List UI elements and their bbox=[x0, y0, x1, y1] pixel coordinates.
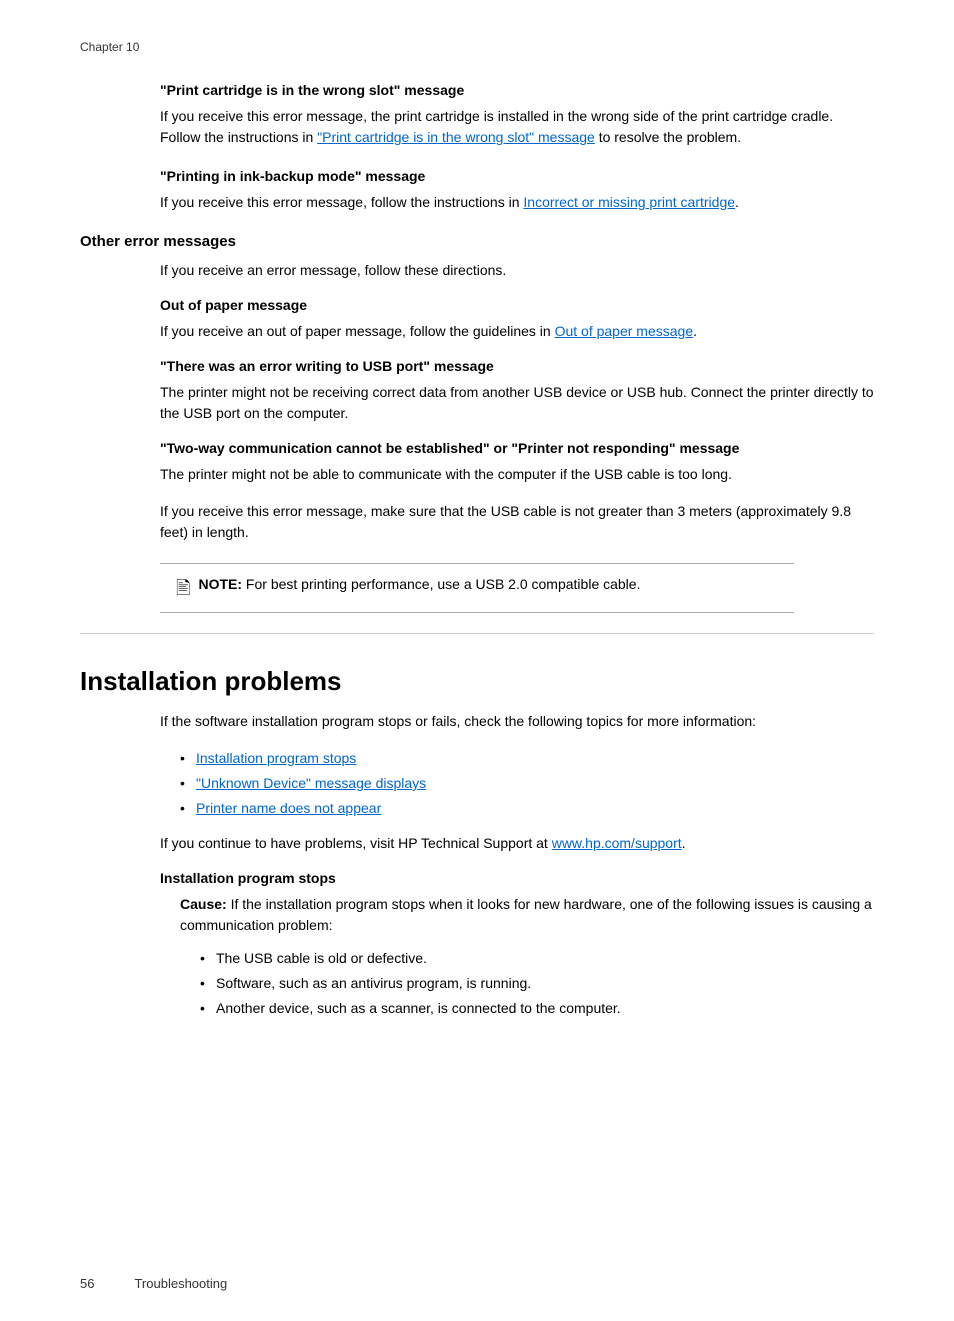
installation-title: Installation problems bbox=[80, 658, 874, 697]
two-way-body2: If you receive this error message, make … bbox=[160, 501, 874, 543]
support-text-end: . bbox=[682, 835, 686, 851]
usb-error-body: The printer might not be receiving corre… bbox=[160, 382, 874, 424]
out-of-paper-text: If you receive an out of paper message, … bbox=[160, 323, 555, 339]
print-cartridge-heading: "Print cartridge is in the wrong slot" m… bbox=[160, 82, 874, 98]
out-of-paper-end: . bbox=[693, 323, 697, 339]
installation-problems-section: Installation problems If the software in… bbox=[80, 658, 874, 1019]
support-text-prefix: If you continue to have problems, visit … bbox=[160, 835, 552, 851]
cause-text: If the installation program stops when i… bbox=[180, 896, 872, 933]
cause-bullet-list: The USB cable is old or defective. Softw… bbox=[200, 948, 874, 1019]
two-way-body1: The printer might not be able to communi… bbox=[160, 464, 874, 485]
other-errors-heading: Other error messages bbox=[80, 233, 874, 250]
section-print-cartridge-wrong-slot: "Print cartridge is in the wrong slot" m… bbox=[80, 82, 874, 148]
cause-label: Cause: bbox=[180, 896, 227, 912]
bullet-item-2: "Unknown Device" message displays bbox=[180, 773, 874, 794]
note-content: NOTE: For best printing performance, use… bbox=[198, 574, 640, 595]
footer-section: Troubleshooting bbox=[134, 1276, 227, 1291]
note-box: 🖹 NOTE: For best printing performance, u… bbox=[160, 563, 794, 613]
ink-backup-body: If you receive this error message, follo… bbox=[160, 192, 874, 213]
cause-bullet-1: The USB cable is old or defective. bbox=[200, 948, 874, 969]
section-ink-backup: "Printing in ink-backup mode" message If… bbox=[80, 168, 874, 213]
note-label: NOTE: bbox=[198, 576, 242, 592]
cause-block: Cause: If the installation program stops… bbox=[180, 894, 874, 936]
printer-name-link[interactable]: Printer name does not appear bbox=[196, 800, 381, 816]
install-stops-heading: Installation program stops bbox=[160, 870, 874, 886]
installation-intro: If the software installation program sto… bbox=[160, 711, 874, 732]
out-of-paper-link[interactable]: Out of paper message bbox=[555, 323, 694, 339]
ink-backup-heading: "Printing in ink-backup mode" message bbox=[160, 168, 874, 184]
cause-bullet-3: Another device, such as a scanner, is co… bbox=[200, 998, 874, 1019]
print-cartridge-link[interactable]: "Print cartridge is in the wrong slot" m… bbox=[317, 129, 595, 145]
out-of-paper-heading: Out of paper message bbox=[160, 297, 874, 313]
ink-backup-link[interactable]: Incorrect or missing print cartridge bbox=[523, 194, 735, 210]
other-errors-intro: If you receive an error message, follow … bbox=[160, 260, 874, 281]
support-link[interactable]: www.hp.com/support bbox=[552, 835, 682, 851]
other-errors-section: Other error messages If you receive an e… bbox=[80, 233, 874, 543]
unknown-device-link[interactable]: "Unknown Device" message displays bbox=[196, 775, 426, 791]
ink-backup-body-text: If you receive this error message, follo… bbox=[160, 194, 523, 210]
note-text: For best printing performance, use a USB… bbox=[242, 576, 640, 592]
usb-error-heading: "There was an error writing to USB port"… bbox=[160, 358, 874, 374]
out-of-paper-body: If you receive an out of paper message, … bbox=[160, 321, 874, 342]
page-number: 56 bbox=[80, 1276, 94, 1291]
bullet-item-3: Printer name does not appear bbox=[180, 798, 874, 819]
installation-bullet-list: Installation program stops "Unknown Devi… bbox=[180, 748, 874, 819]
note-icon: 🖹 bbox=[176, 575, 190, 602]
section-divider bbox=[80, 633, 874, 634]
chapter-label: Chapter 10 bbox=[80, 40, 874, 54]
cause-bullet-2: Software, such as an antivirus program, … bbox=[200, 973, 874, 994]
page-footer: 56 Troubleshooting bbox=[80, 1276, 227, 1291]
ink-backup-body-end: . bbox=[735, 194, 739, 210]
support-text: If you continue to have problems, visit … bbox=[160, 833, 874, 854]
print-cartridge-body-end: to resolve the problem. bbox=[595, 129, 741, 145]
installation-stops-link[interactable]: Installation program stops bbox=[196, 750, 356, 766]
bullet-item-1: Installation program stops bbox=[180, 748, 874, 769]
print-cartridge-body: If you receive this error message, the p… bbox=[160, 106, 874, 148]
two-way-heading: "Two-way communication cannot be establi… bbox=[160, 440, 874, 456]
